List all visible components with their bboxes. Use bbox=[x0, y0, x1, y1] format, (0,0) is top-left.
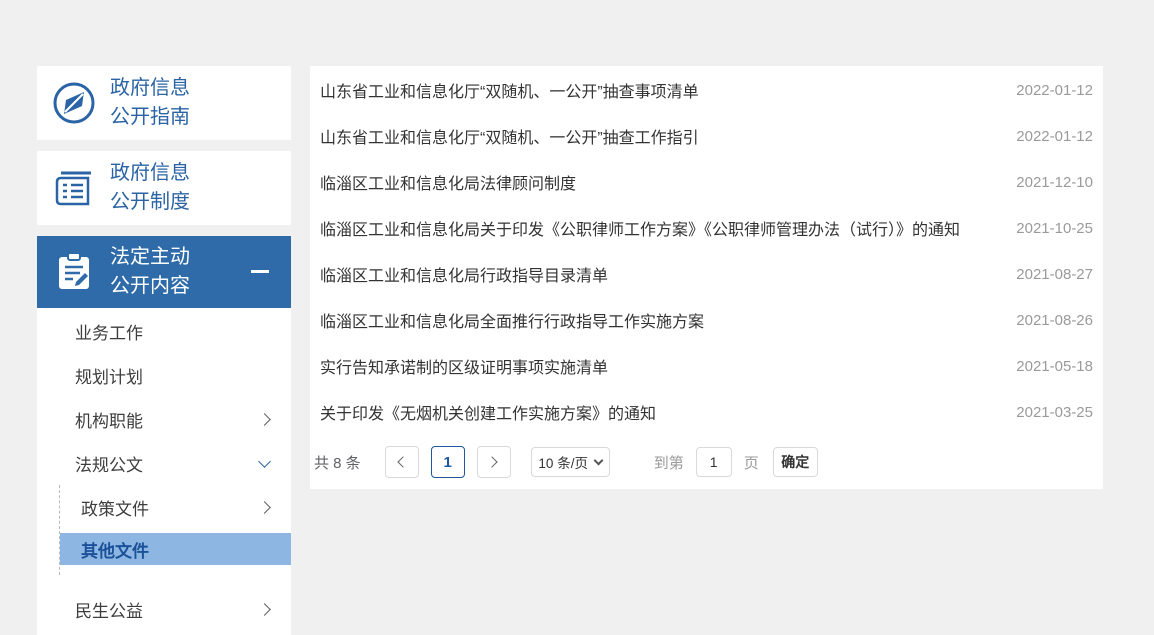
document-link[interactable]: 关于印发《无烟机关创建工作实施方案》的通知 bbox=[320, 400, 656, 424]
sidebar-card-gov-info-guide[interactable]: 政府信息 公开指南 bbox=[37, 66, 291, 140]
chevron-right-icon bbox=[258, 500, 271, 514]
document-link[interactable]: 临淄区工业和信息化局法律顾问制度 bbox=[320, 170, 576, 194]
sidebar-card-label: 政府信息 公开指南 bbox=[110, 77, 190, 128]
document-link[interactable]: 临淄区工业和信息化局全面推行行政指导工作实施方案 bbox=[320, 308, 704, 332]
sidebar-item-regulations[interactable]: 法规公文 bbox=[37, 441, 291, 485]
sidebar: 政府信息 公开指南 政府信息 公开制度 法定主动 公开内容 业务工作 规划计划 … bbox=[37, 66, 291, 635]
notebook-icon bbox=[37, 165, 110, 211]
document-link[interactable]: 山东省工业和信息化厅“双随机、一公开”抽查事项清单 bbox=[320, 78, 699, 102]
document-date: 2021-08-27 bbox=[1016, 265, 1093, 283]
document-link[interactable]: 实行告知承诺制的区级证明事项实施清单 bbox=[320, 354, 608, 378]
sidebar-menu: 业务工作 规划计划 机构职能 法规公文 政策文件 其他文件 民生公益 bbox=[37, 308, 291, 635]
prev-page-button[interactable] bbox=[384, 446, 419, 478]
chevron-right-icon bbox=[486, 456, 498, 468]
sidebar-submenu: 政策文件 其他文件 bbox=[59, 485, 291, 575]
list-item: 山东省工业和信息化厅“双随机、一公开”抽查事项清单 2022-01-12 bbox=[310, 67, 1103, 113]
list-item: 临淄区工业和信息化局关于印发《公职律师工作方案》《公职律师管理办法（试行）》的通… bbox=[310, 205, 1103, 251]
chevron-down-icon bbox=[593, 455, 604, 466]
sidebar-item-planning[interactable]: 规划计划 bbox=[37, 353, 291, 397]
compass-icon bbox=[37, 80, 110, 126]
confirm-button[interactable]: 确定 bbox=[772, 447, 818, 477]
chevron-right-icon bbox=[258, 412, 271, 426]
main-panel: 山东省工业和信息化厅“双随机、一公开”抽查事项清单 2022-01-12 山东省… bbox=[310, 66, 1103, 489]
menu-item-label: 法规公文 bbox=[75, 455, 143, 475]
menu-item-label: 民生公益 bbox=[75, 601, 143, 621]
list-item: 临淄区工业和信息化局全面推行行政指导工作实施方案 2021-08-26 bbox=[310, 297, 1103, 343]
sidebar-section-label: 法定主动 公开内容 bbox=[110, 246, 190, 297]
collapse-icon[interactable] bbox=[251, 270, 269, 273]
sidebar-card-label: 政府信息 公开制度 bbox=[110, 162, 190, 213]
document-date: 2021-03-25 bbox=[1016, 403, 1093, 421]
clipboard-pen-icon bbox=[37, 250, 110, 294]
sidebar-subitem-policy-files[interactable]: 政策文件 bbox=[60, 485, 291, 529]
document-date: 2021-05-18 bbox=[1016, 357, 1093, 375]
sidebar-card-gov-info-system[interactable]: 政府信息 公开制度 bbox=[37, 151, 291, 225]
sidebar-section-legal-disclosure[interactable]: 法定主动 公开内容 bbox=[37, 236, 291, 308]
page-unit-label: 页 bbox=[743, 454, 759, 472]
menu-item-label: 规划计划 bbox=[75, 367, 143, 387]
next-page-button[interactable] bbox=[476, 446, 511, 478]
document-link[interactable]: 临淄区工业和信息化局关于印发《公职律师工作方案》《公职律师管理办法（试行）》的通… bbox=[320, 216, 960, 240]
submenu-item-label: 政策文件 bbox=[81, 499, 149, 519]
page-size-label: 10 条/页 bbox=[538, 456, 588, 471]
list-item: 实行告知承诺制的区级证明事项实施清单 2021-05-18 bbox=[310, 343, 1103, 389]
document-date: 2022-01-12 bbox=[1016, 127, 1093, 145]
sidebar-item-org-functions[interactable]: 机构职能 bbox=[37, 397, 291, 441]
goto-page-label: 到第 bbox=[653, 454, 684, 472]
document-date: 2021-12-10 bbox=[1016, 173, 1093, 191]
document-link[interactable]: 临淄区工业和信息化局行政指导目录清单 bbox=[320, 262, 608, 286]
page-number-button[interactable]: 1 bbox=[430, 446, 465, 478]
document-date: 2022-01-12 bbox=[1016, 81, 1093, 99]
menu-item-label: 机构职能 bbox=[75, 411, 143, 431]
total-count-label: 共 8 条 bbox=[314, 454, 361, 472]
goto-page-input[interactable] bbox=[695, 447, 732, 477]
list-item: 关于印发《无烟机关创建工作实施方案》的通知 2021-03-25 bbox=[310, 389, 1103, 435]
document-link[interactable]: 山东省工业和信息化厅“双随机、一公开”抽查工作指引 bbox=[320, 124, 699, 148]
sidebar-item-public-welfare[interactable]: 民生公益 bbox=[37, 587, 291, 631]
sidebar-subitem-other-files[interactable]: 其他文件 bbox=[60, 533, 291, 565]
document-date: 2021-08-26 bbox=[1016, 311, 1093, 329]
sidebar-item-business-work[interactable]: 业务工作 bbox=[37, 309, 291, 353]
chevron-left-icon bbox=[397, 456, 409, 468]
document-date: 2021-10-25 bbox=[1016, 219, 1093, 237]
list-item: 临淄区工业和信息化局法律顾问制度 2021-12-10 bbox=[310, 159, 1103, 205]
page-size-select[interactable]: 10 条/页 bbox=[530, 447, 610, 477]
list-item: 临淄区工业和信息化局行政指导目录清单 2021-08-27 bbox=[310, 251, 1103, 297]
pagination: 共 8 条 1 10 条/页 到第 页 确定 bbox=[310, 446, 1103, 478]
chevron-down-icon bbox=[258, 454, 271, 468]
menu-item-label: 业务工作 bbox=[75, 323, 143, 343]
submenu-item-label: 其他文件 bbox=[81, 541, 149, 561]
list-item: 山东省工业和信息化厅“双随机、一公开”抽查工作指引 2022-01-12 bbox=[310, 113, 1103, 159]
chevron-right-icon bbox=[258, 602, 271, 616]
